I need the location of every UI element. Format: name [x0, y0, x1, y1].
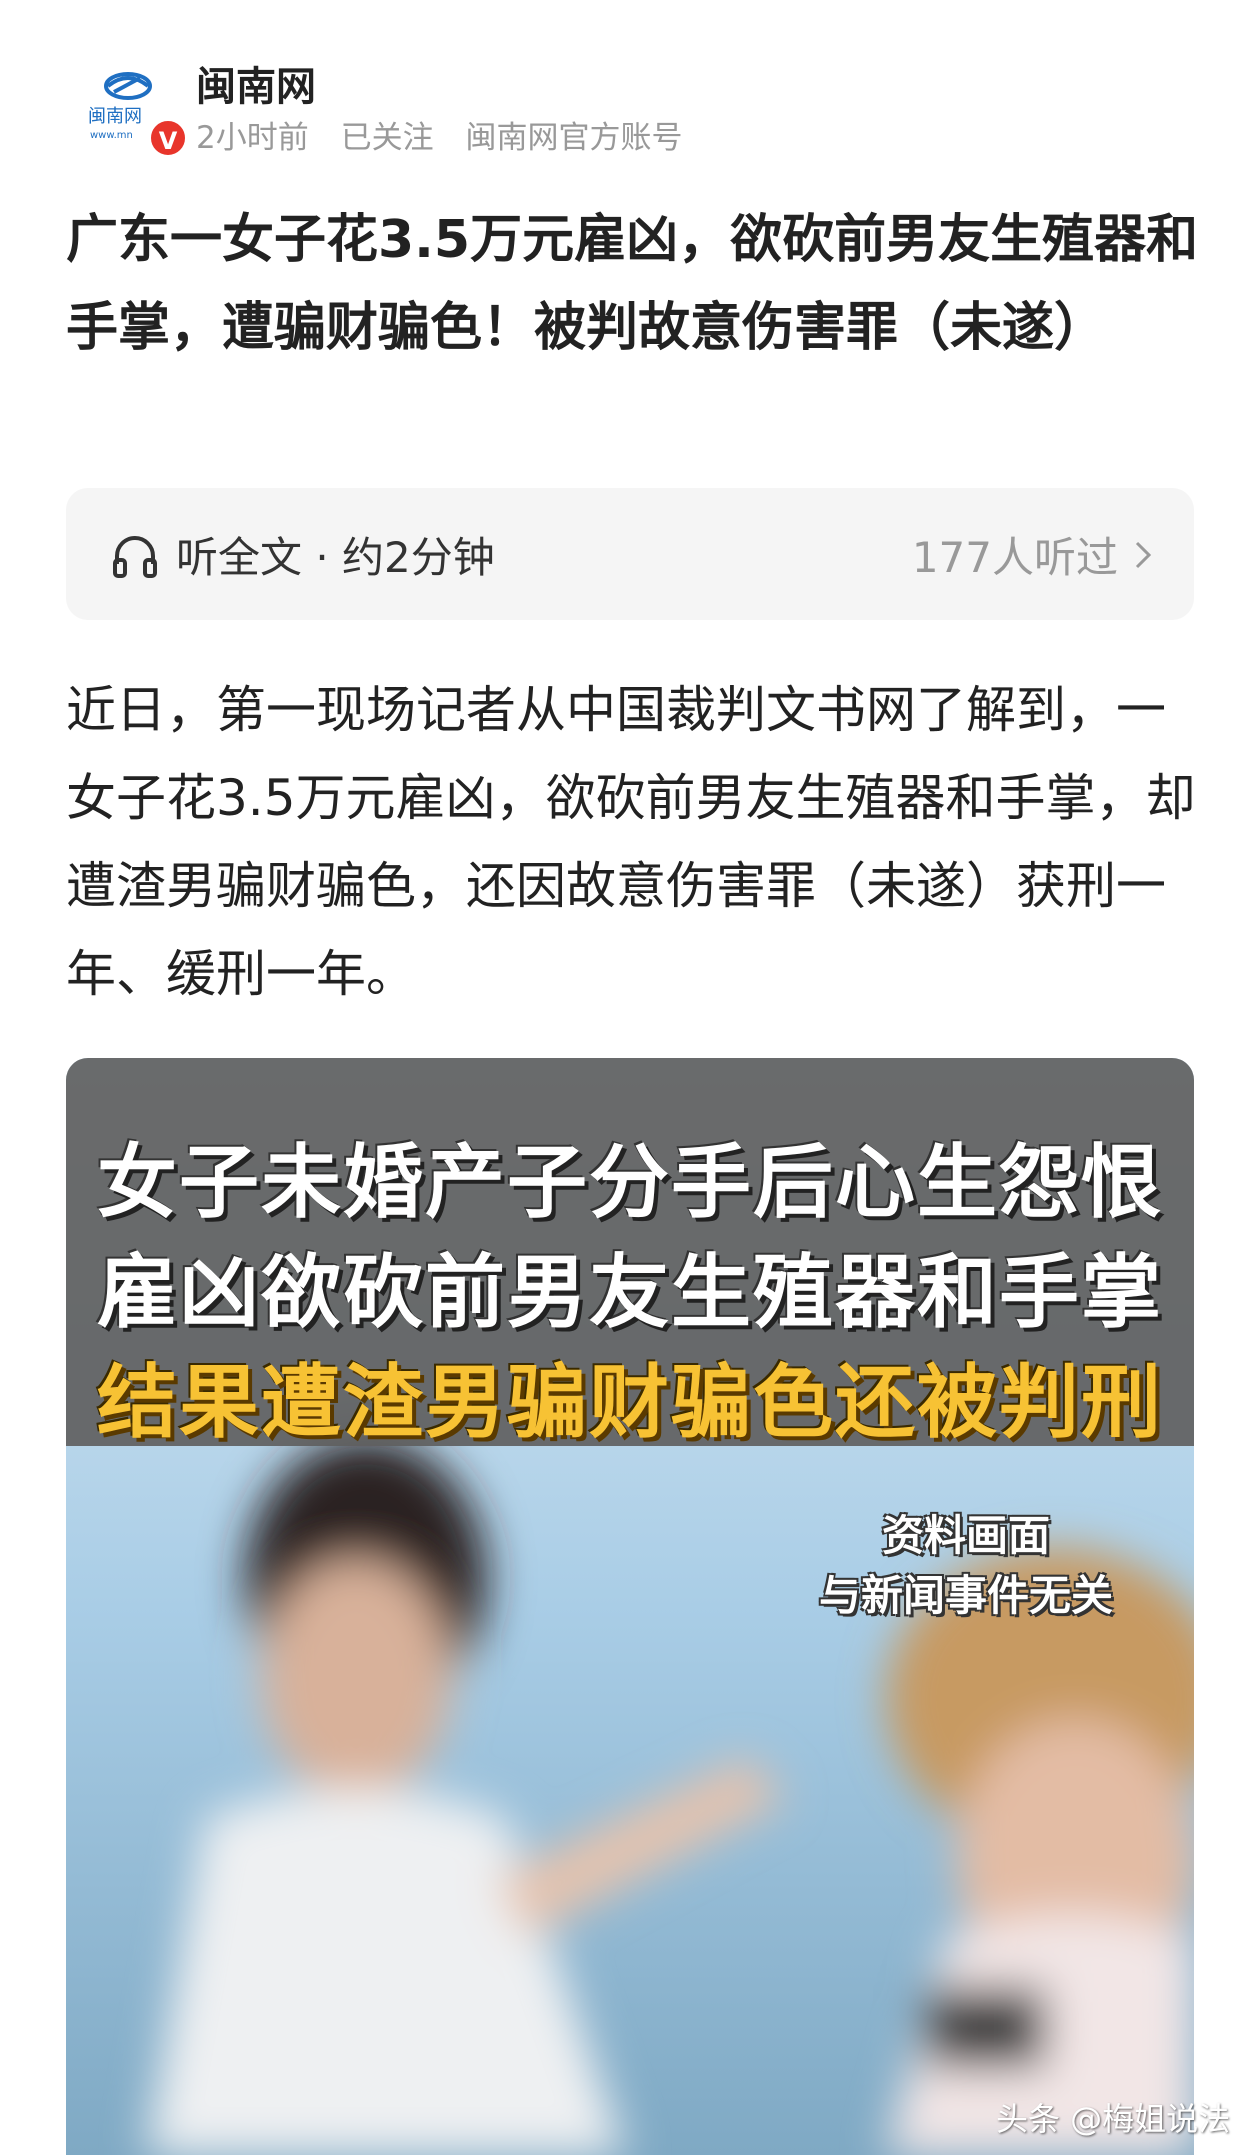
listen-count: 177人听过	[911, 533, 1118, 582]
caption-line-2: 雇凶欲砍前男友生殖器和手掌	[97, 1246, 1163, 1339]
article-title: 广东一女子花3.5万元雇凶，欲砍前男友生殖器和手掌，遭骗财骗色！被判故意伤害罪（…	[66, 210, 1199, 358]
chevron-right-icon	[1135, 541, 1152, 569]
image-disclaimer: 资料画面 与新闻事件无关	[786, 1506, 1146, 1626]
listen-full-article-button[interactable]: 听全文 · 约2分钟 177人听过	[66, 488, 1194, 620]
account-avatar[interactable]: 闽南网 www.mn V	[80, 56, 188, 158]
listen-label: 听全文 · 约2分钟	[176, 533, 495, 582]
caption-line-1: 女子未婚产子分手后心生怨恨	[97, 1136, 1163, 1229]
headphone-icon	[113, 536, 157, 578]
account-name[interactable]: 闽南网	[196, 54, 316, 112]
article-body: 近日，第一现场记者从中国裁判文书网了解到，一女子花3.5万元雇凶，欲砍前男友生殖…	[66, 681, 1196, 1003]
publish-time: 2小时前	[196, 120, 309, 156]
article-image[interactable]: 女子未婚产子分手后心生怨恨 雇凶欲砍前男友生殖器和手掌 结果遭渣男骗财骗色还被判…	[66, 1058, 1194, 2155]
source-watermark: 头条 @梅姐说法	[996, 2100, 1231, 2138]
follow-status-button[interactable]: 已关注	[341, 120, 434, 156]
disclaimer-line-1: 资料画面	[881, 1511, 1050, 1560]
caption-line-3: 结果遭渣男骗财骗色还被判刑	[97, 1356, 1163, 1449]
account-type: 闽南网官方账号	[465, 120, 683, 156]
verified-badge-icon: V	[148, 118, 188, 158]
avatar-logo-text: 闽南网	[88, 106, 142, 127]
disclaimer-line-2: 与新闻事件无关	[818, 1571, 1113, 1620]
article-header: 闽南网 www.mn V 闽南网 2小时前 已关注 闽南网官方账号	[66, 48, 1206, 158]
article-meta: 2小时前 已关注 闽南网官方账号	[196, 112, 704, 157]
avatar-logo-url: www.mn	[90, 130, 133, 141]
